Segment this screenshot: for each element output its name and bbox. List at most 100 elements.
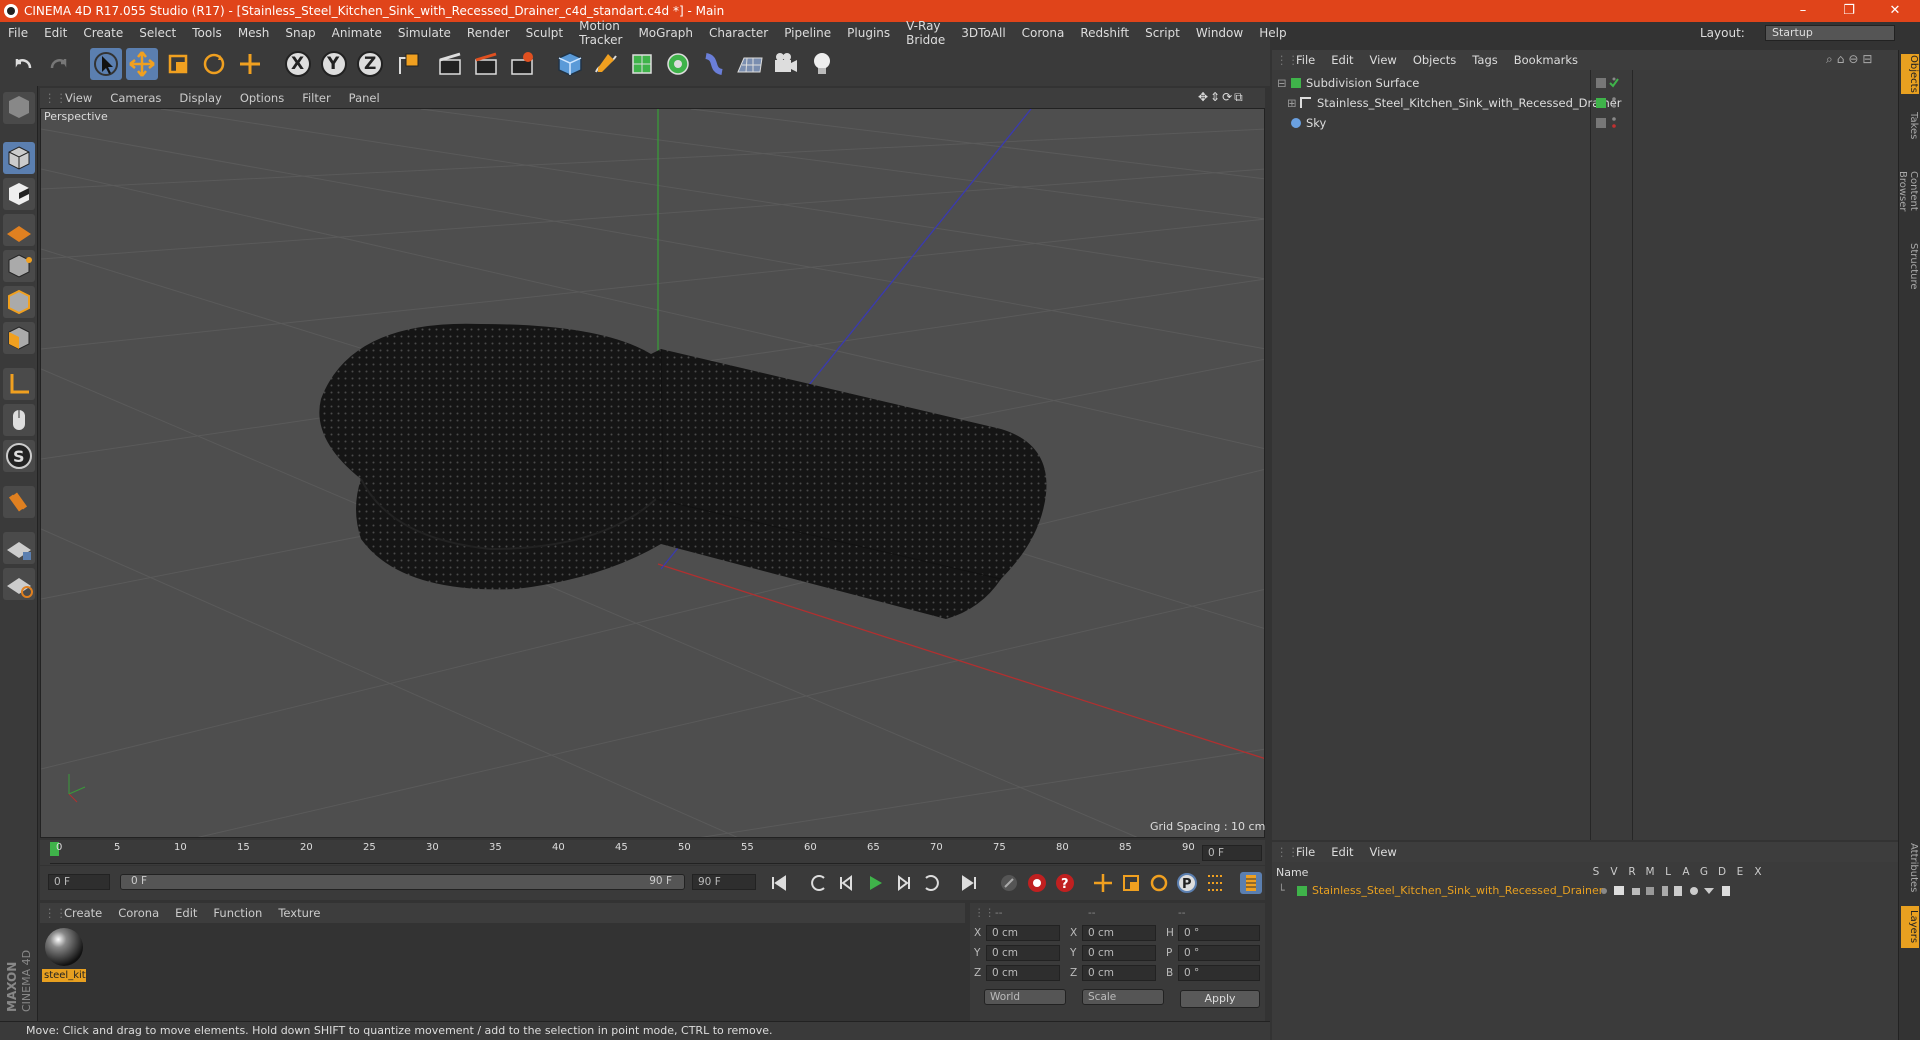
material-menu-texture[interactable]: Texture bbox=[270, 906, 328, 920]
restore-button[interactable]: ❐ bbox=[1826, 0, 1872, 22]
polygons-mode-button[interactable] bbox=[3, 322, 35, 354]
object-visibility-flags[interactable] bbox=[1594, 76, 1630, 132]
menu-snap[interactable]: Snap bbox=[277, 26, 323, 40]
viewport-menu-display[interactable]: Display bbox=[170, 91, 230, 105]
enable-axis-button[interactable] bbox=[3, 368, 35, 400]
menu-edit[interactable]: Edit bbox=[36, 26, 75, 40]
viewport-menu-cameras[interactable]: Cameras bbox=[101, 91, 170, 105]
texture-mode-button[interactable] bbox=[3, 178, 35, 210]
menu-3dtoall[interactable]: 3DToAll bbox=[953, 26, 1013, 40]
collapse-icon[interactable]: ⊟ bbox=[1277, 74, 1287, 92]
tab-structure[interactable]: Structure bbox=[1901, 240, 1919, 292]
go-to-start-button[interactable] bbox=[768, 872, 790, 894]
object-menu-view[interactable]: View bbox=[1362, 53, 1405, 67]
next-key-button[interactable] bbox=[920, 872, 942, 894]
layout-select[interactable]: Startup bbox=[1765, 25, 1895, 41]
scale-tool-button[interactable] bbox=[162, 48, 194, 80]
record-button[interactable] bbox=[1026, 872, 1048, 894]
menu-script[interactable]: Script bbox=[1137, 26, 1188, 40]
col-locked[interactable]: L bbox=[1662, 866, 1674, 878]
viewport-menu-panel[interactable]: Panel bbox=[340, 91, 389, 105]
menu-select[interactable]: Select bbox=[131, 26, 184, 40]
live-selection-button[interactable] bbox=[90, 48, 122, 80]
size-z-field[interactable]: 0 cm bbox=[1082, 965, 1156, 981]
col-render[interactable]: R bbox=[1626, 866, 1638, 878]
perspective-viewport[interactable] bbox=[40, 108, 1265, 838]
menu-window[interactable]: Window bbox=[1188, 26, 1251, 40]
timeline-layout-button[interactable] bbox=[1240, 872, 1262, 894]
end-frame-field[interactable]: 90 F bbox=[692, 874, 756, 890]
key-pla-button[interactable] bbox=[1204, 872, 1226, 894]
close-button[interactable]: ✕ bbox=[1872, 0, 1918, 22]
material-swatch[interactable]: steel_kit bbox=[42, 925, 86, 983]
floor-button[interactable] bbox=[734, 48, 766, 80]
menu-plugins[interactable]: Plugins bbox=[839, 26, 898, 40]
col-expressions[interactable]: E bbox=[1734, 866, 1746, 878]
recent-tool-button[interactable] bbox=[234, 48, 266, 80]
menu-help[interactable]: Help bbox=[1251, 26, 1294, 40]
coordinate-system-button[interactable] bbox=[392, 48, 424, 80]
tab-content-browser[interactable]: Content Browser bbox=[1897, 150, 1919, 232]
viewport-nav-icons[interactable]: ✥⇕⟳⧉ bbox=[1198, 90, 1262, 106]
material-menu-edit[interactable]: Edit bbox=[167, 906, 205, 920]
object-manager-search-icons[interactable]: ⌕⌂⊖⊟ bbox=[1826, 52, 1896, 68]
size-y-field[interactable]: 0 cm bbox=[1082, 945, 1156, 961]
menu-tools[interactable]: Tools bbox=[184, 26, 230, 40]
rot-b-field[interactable]: 0 ° bbox=[1178, 965, 1260, 981]
timeline-ruler[interactable]: 0 5 10 15 20 25 30 35 40 45 50 55 60 65 … bbox=[40, 840, 1265, 865]
material-menu-function[interactable]: Function bbox=[205, 906, 270, 920]
pos-y-field[interactable]: 0 cm bbox=[986, 945, 1060, 961]
snap-button[interactable]: S bbox=[3, 440, 35, 472]
viewport-menu-options[interactable]: Options bbox=[231, 91, 293, 105]
layer-flag-icons[interactable] bbox=[1598, 884, 1778, 898]
tweak-mode-button[interactable] bbox=[3, 404, 35, 436]
menu-vray-bridge[interactable]: V-Ray Bridge bbox=[898, 19, 953, 47]
col-solo[interactable]: S bbox=[1590, 866, 1602, 878]
object-menu-edit[interactable]: Edit bbox=[1323, 53, 1361, 67]
subdivision-surface-button[interactable] bbox=[626, 48, 658, 80]
material-menu-create[interactable]: Create bbox=[56, 906, 110, 920]
expand-icon[interactable]: ⊞ bbox=[1287, 94, 1297, 112]
workplane-mode-button[interactable] bbox=[3, 214, 35, 246]
render-picture-viewer-button[interactable] bbox=[470, 48, 502, 80]
start-frame-field[interactable]: 0 F bbox=[48, 874, 110, 890]
model-mode-button[interactable] bbox=[3, 142, 35, 174]
undo-button[interactable] bbox=[8, 48, 40, 80]
tab-attributes[interactable]: Attributes bbox=[1901, 840, 1919, 896]
rot-p-field[interactable]: 0 ° bbox=[1178, 945, 1260, 961]
layer-menu-view[interactable]: View bbox=[1362, 845, 1405, 859]
object-row-subdivision[interactable]: ⊟ Subdivision Surface bbox=[1275, 74, 1590, 92]
play-button[interactable] bbox=[864, 872, 886, 894]
menu-create[interactable]: Create bbox=[75, 26, 131, 40]
cloner-button[interactable] bbox=[662, 48, 694, 80]
viewport-menu-filter[interactable]: Filter bbox=[293, 91, 339, 105]
menu-sculpt[interactable]: Sculpt bbox=[518, 26, 571, 40]
render-view-button[interactable] bbox=[434, 48, 466, 80]
object-row-sink[interactable]: ⊞ Stainless_Steel_Kitchen_Sink_with_Rece… bbox=[1275, 94, 1622, 112]
frame-range-slider[interactable]: 0 F 90 F bbox=[120, 874, 685, 890]
y-axis-button[interactable]: Y bbox=[318, 48, 350, 80]
material-menu-corona[interactable]: Corona bbox=[110, 906, 167, 920]
autokey-button[interactable]: ? bbox=[1054, 872, 1076, 894]
menu-simulate[interactable]: Simulate bbox=[390, 26, 459, 40]
rotate-tool-button[interactable] bbox=[198, 48, 230, 80]
move-tool-button[interactable] bbox=[126, 48, 158, 80]
layer-menu-edit[interactable]: Edit bbox=[1323, 845, 1361, 859]
col-deformers[interactable]: D bbox=[1716, 866, 1728, 878]
menu-mesh[interactable]: Mesh bbox=[230, 26, 278, 40]
key-rotation-button[interactable] bbox=[1148, 872, 1170, 894]
key-position-button[interactable] bbox=[1092, 872, 1114, 894]
z-axis-button[interactable]: Z bbox=[354, 48, 386, 80]
coordinate-mode-select[interactable]: World bbox=[984, 989, 1066, 1005]
previous-frame-button[interactable] bbox=[836, 872, 858, 894]
tab-objects[interactable]: Objects bbox=[1901, 54, 1919, 94]
light-button[interactable] bbox=[806, 48, 838, 80]
motion-path-button[interactable] bbox=[998, 872, 1020, 894]
object-row-sky[interactable]: Sky bbox=[1275, 114, 1590, 132]
render-settings-button[interactable] bbox=[506, 48, 538, 80]
tab-takes[interactable]: Takes bbox=[1901, 106, 1919, 146]
x-axis-button[interactable]: X bbox=[282, 48, 314, 80]
layer-menu-file[interactable]: File bbox=[1288, 845, 1323, 859]
points-mode-button[interactable] bbox=[3, 250, 35, 282]
col-manager[interactable]: M bbox=[1644, 866, 1656, 878]
